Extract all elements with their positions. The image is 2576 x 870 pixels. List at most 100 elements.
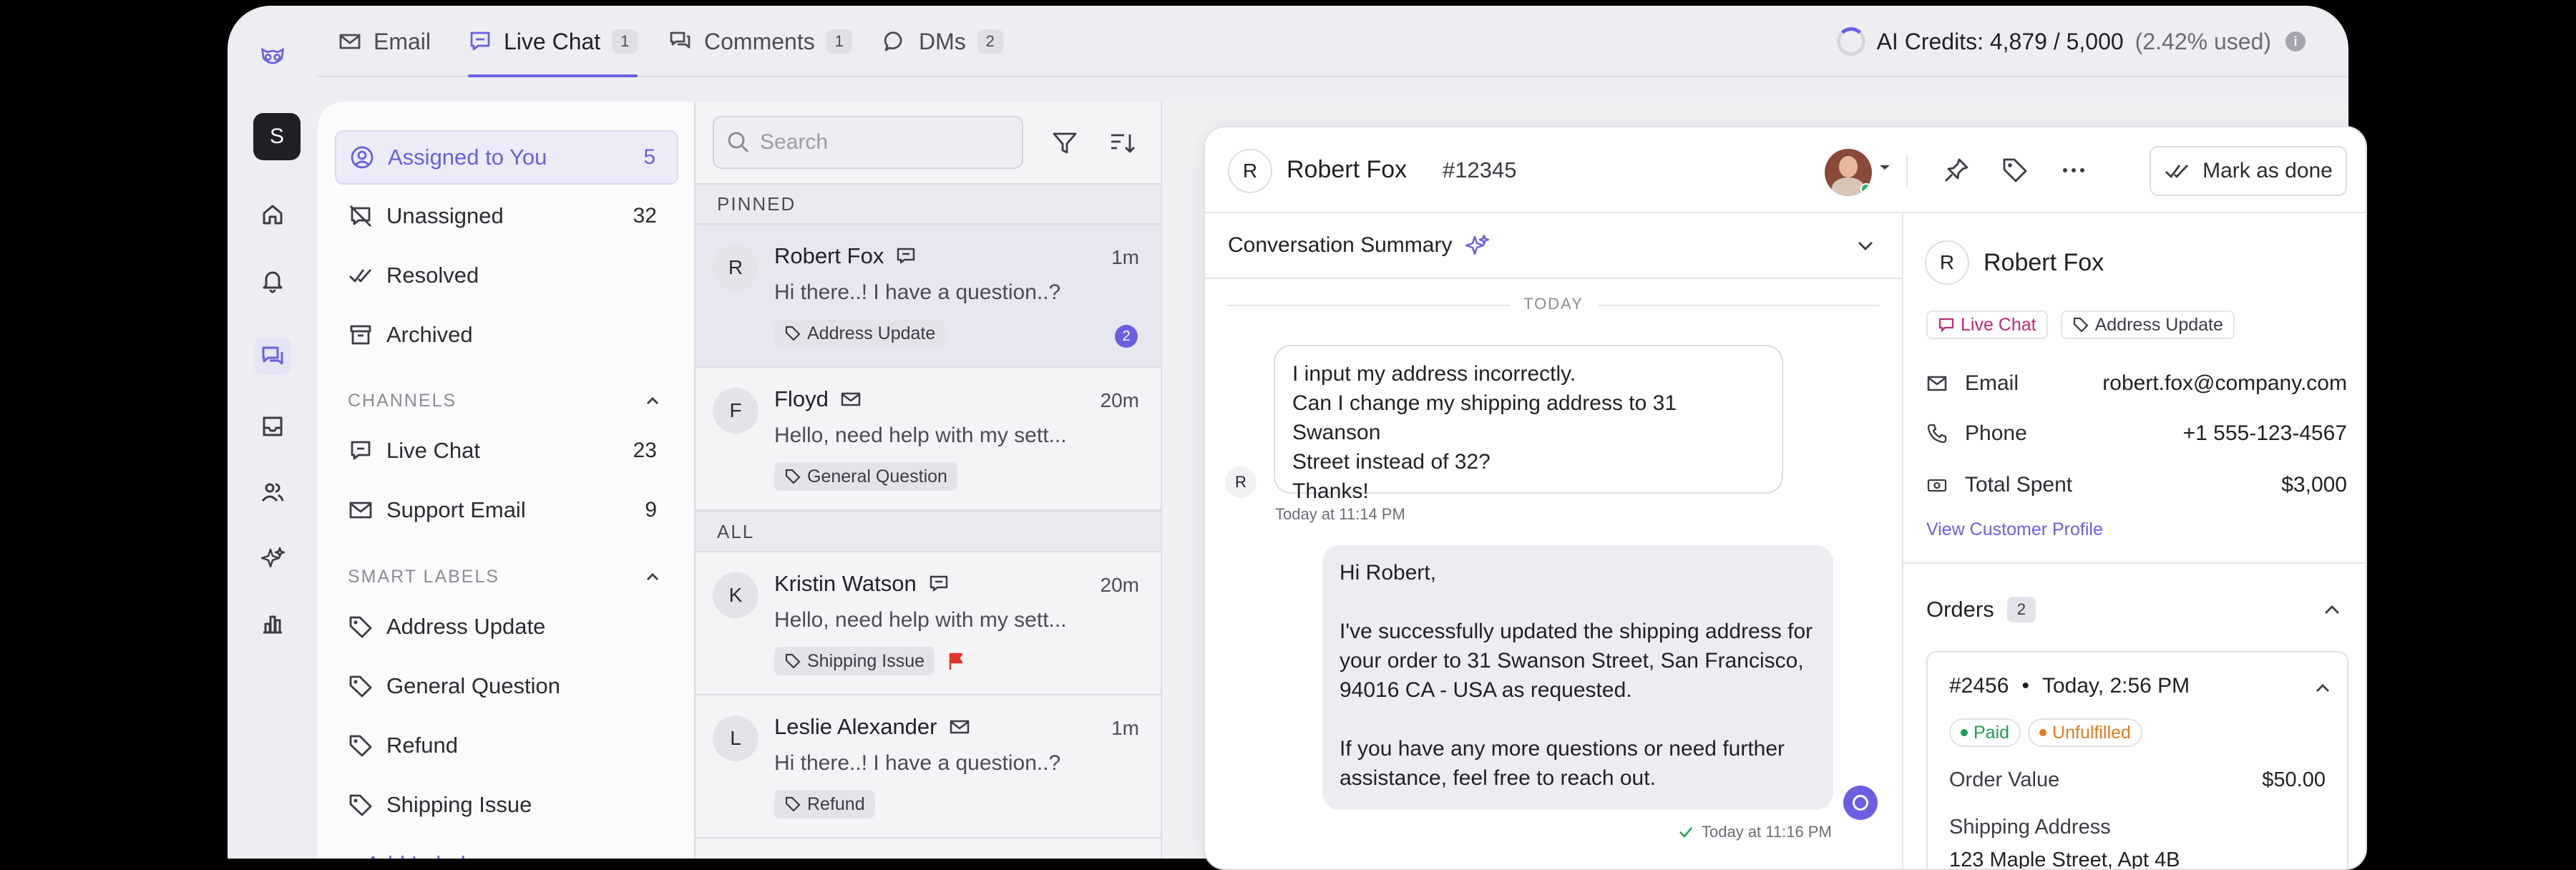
tab-comments[interactable]: Comments 1 — [668, 6, 852, 77]
chevron-down-icon[interactable] — [1876, 159, 1893, 176]
bell-icon[interactable] — [258, 266, 287, 295]
analytics-icon[interactable] — [258, 610, 287, 638]
shipping-address-value: 123 Maple Street, Apt 4B — [1949, 849, 2180, 870]
message-paragraph: I've successfully updated the shipping a… — [1340, 620, 1813, 702]
search-icon — [728, 132, 749, 153]
conversation-summary-bar[interactable]: Conversation Summary — [1205, 213, 1902, 279]
label-chip[interactable]: General Question — [774, 462, 957, 491]
customer-phone[interactable]: +1 555-123-4567 — [2183, 421, 2347, 446]
bot-avatar-icon — [1843, 786, 1878, 820]
add-label-button[interactable]: + Add Label — [335, 837, 678, 859]
sidebar-item-archived[interactable]: Archived — [335, 308, 678, 362]
incoming-message: I input my address incorrectly. Can I ch… — [1274, 345, 1783, 503]
sidebar-label-shipping-issue[interactable]: Shipping Issue — [335, 778, 678, 832]
message-line: Can I change my shipping address to 31 S… — [1292, 391, 1677, 444]
credits-label: AI Credits: 4,879 / 5,000 — [1876, 28, 2124, 54]
order-id[interactable]: #2456 — [1949, 674, 2009, 698]
flag-icon[interactable] — [946, 651, 966, 671]
sidebar-label-address-update[interactable]: Address Update — [335, 600, 678, 654]
credits-progress-ring — [1836, 27, 1865, 56]
label-chip[interactable]: Refund — [774, 790, 875, 818]
tab-label: Comments — [704, 28, 815, 54]
chevron-up-icon[interactable] — [2311, 677, 2334, 700]
chat-icon — [1938, 318, 1954, 333]
conversation-item[interactable]: K Kristin Watson 20m Hello, need help wi… — [696, 552, 1161, 695]
label-chip[interactable]: Address Update — [2060, 311, 2235, 339]
summary-label: Conversation Summary — [1228, 233, 1453, 257]
order-status-pills: Paid Unfulfilled — [1949, 718, 2150, 747]
comments-icon — [670, 31, 691, 49]
conversation-item[interactable]: R Robert Fox 1m Hi there..! I have a que… — [696, 225, 1161, 368]
sidebar-label-refund[interactable]: Refund — [335, 718, 678, 773]
sparkle-icon[interactable] — [258, 544, 287, 572]
chevron-down-icon[interactable] — [1853, 233, 1878, 258]
fulfillment-status-badge: Unfulfilled — [2028, 718, 2142, 747]
workspace-avatar[interactable]: S — [253, 113, 301, 160]
view-customer-profile-link[interactable]: View Customer Profile — [1926, 519, 2103, 540]
conversation-time: 20m — [1100, 574, 1139, 596]
sidebar-item-unassigned[interactable]: Unassigned 32 — [335, 189, 678, 243]
label-chip-text: Shipping Issue — [807, 650, 925, 671]
conversation-name-row: Robert Fox — [774, 243, 917, 269]
label-chip-text: Refund — [807, 793, 865, 814]
detail-label: Email — [1965, 371, 2019, 395]
sidebar-label-general-question[interactable]: General Question — [335, 659, 678, 713]
detail-label: Phone — [1965, 421, 2027, 445]
pin-icon[interactable] — [1942, 156, 1971, 185]
sort-icon[interactable] — [1108, 129, 1136, 157]
customer-details: R Robert Fox Live Chat Address Update Em… — [1903, 213, 2366, 870]
label-chip[interactable]: Address Update — [774, 319, 946, 348]
filter-icon[interactable] — [1050, 129, 1079, 157]
conversation-item[interactable]: L Leslie Alexander 1m Hi there..! I have… — [696, 695, 1161, 839]
day-label: TODAY — [1509, 295, 1598, 313]
tab-dms[interactable]: DMs 2 — [883, 6, 1003, 77]
avatar: R — [1925, 240, 1969, 285]
conversation-name: Leslie Alexander — [774, 714, 937, 739]
total-spent-row: Total Spent $3,000 — [1926, 471, 2347, 499]
customer-email[interactable]: robert.fox@company.com — [2102, 371, 2347, 396]
sidebar-item-count: 9 — [645, 498, 657, 522]
chip-text: Address Update — [2094, 314, 2223, 335]
status-text: Unfulfilled — [2052, 722, 2131, 743]
double-check-icon — [349, 269, 372, 283]
order-card: #2456 • Today, 2:56 PM Paid Unfulfilled … — [1926, 651, 2348, 870]
money-icon — [1927, 479, 1947, 492]
orders-heading[interactable]: Orders 2 — [1926, 597, 2036, 622]
detail-label: Total Spent — [1965, 473, 2073, 497]
chevron-up-icon[interactable] — [2320, 598, 2344, 622]
tab-live-chat[interactable]: Live Chat 1 — [468, 6, 638, 77]
channels-heading[interactable]: CHANNELS — [348, 391, 663, 411]
conversation-preview: Hi there..! I have a question..? — [774, 751, 1061, 775]
sidebar-item-assigned[interactable]: Assigned to You 5 — [335, 130, 678, 185]
label-chip[interactable]: Shipping Issue — [774, 647, 935, 675]
home-icon[interactable] — [258, 200, 287, 229]
pinned-heading: PINNED — [696, 183, 1161, 225]
conversation-name: Kristin Watson — [774, 571, 917, 596]
info-icon[interactable]: i — [2285, 31, 2306, 52]
message-line: Street instead of 32? — [1292, 450, 1491, 474]
sidebar-item-live-chat[interactable]: Live Chat 23 — [335, 424, 678, 478]
sidebar-item-support-email[interactable]: Support Email 9 — [335, 483, 678, 537]
agent-avatar[interactable] — [1825, 149, 1872, 196]
avatar: R — [713, 245, 758, 290]
chat-icon — [897, 248, 915, 264]
conversations-icon[interactable] — [254, 338, 291, 375]
smart-labels-heading[interactable]: SMART LABELS — [348, 567, 663, 587]
tag-icon[interactable] — [2001, 156, 2029, 185]
chevron-up-icon — [647, 572, 658, 580]
tag-icon — [349, 616, 372, 638]
unread-badge: 2 — [1115, 325, 1138, 348]
ai-credits: AI Credits: 4,879 / 5,000 (2.42% used) i — [1836, 6, 2306, 77]
sidebar-item-resolved[interactable]: Resolved — [335, 248, 678, 303]
mark-as-done-button[interactable]: Mark as done — [2150, 146, 2347, 196]
search-input[interactable]: Search — [713, 116, 1023, 169]
tab-email[interactable]: Email — [338, 6, 431, 77]
more-icon[interactable] — [2059, 156, 2088, 185]
sidebar-item-label: Refund — [386, 733, 458, 758]
order-date: Today, 2:56 PM — [2041, 674, 2190, 698]
conversation-item[interactable]: F Floyd 20m Hello, need help with my set… — [696, 368, 1161, 511]
inbox-icon[interactable] — [258, 412, 287, 441]
users-icon[interactable] — [258, 478, 287, 507]
user-circle-icon — [351, 146, 374, 169]
message-status: Today at 11:16 PM — [1677, 823, 1832, 841]
